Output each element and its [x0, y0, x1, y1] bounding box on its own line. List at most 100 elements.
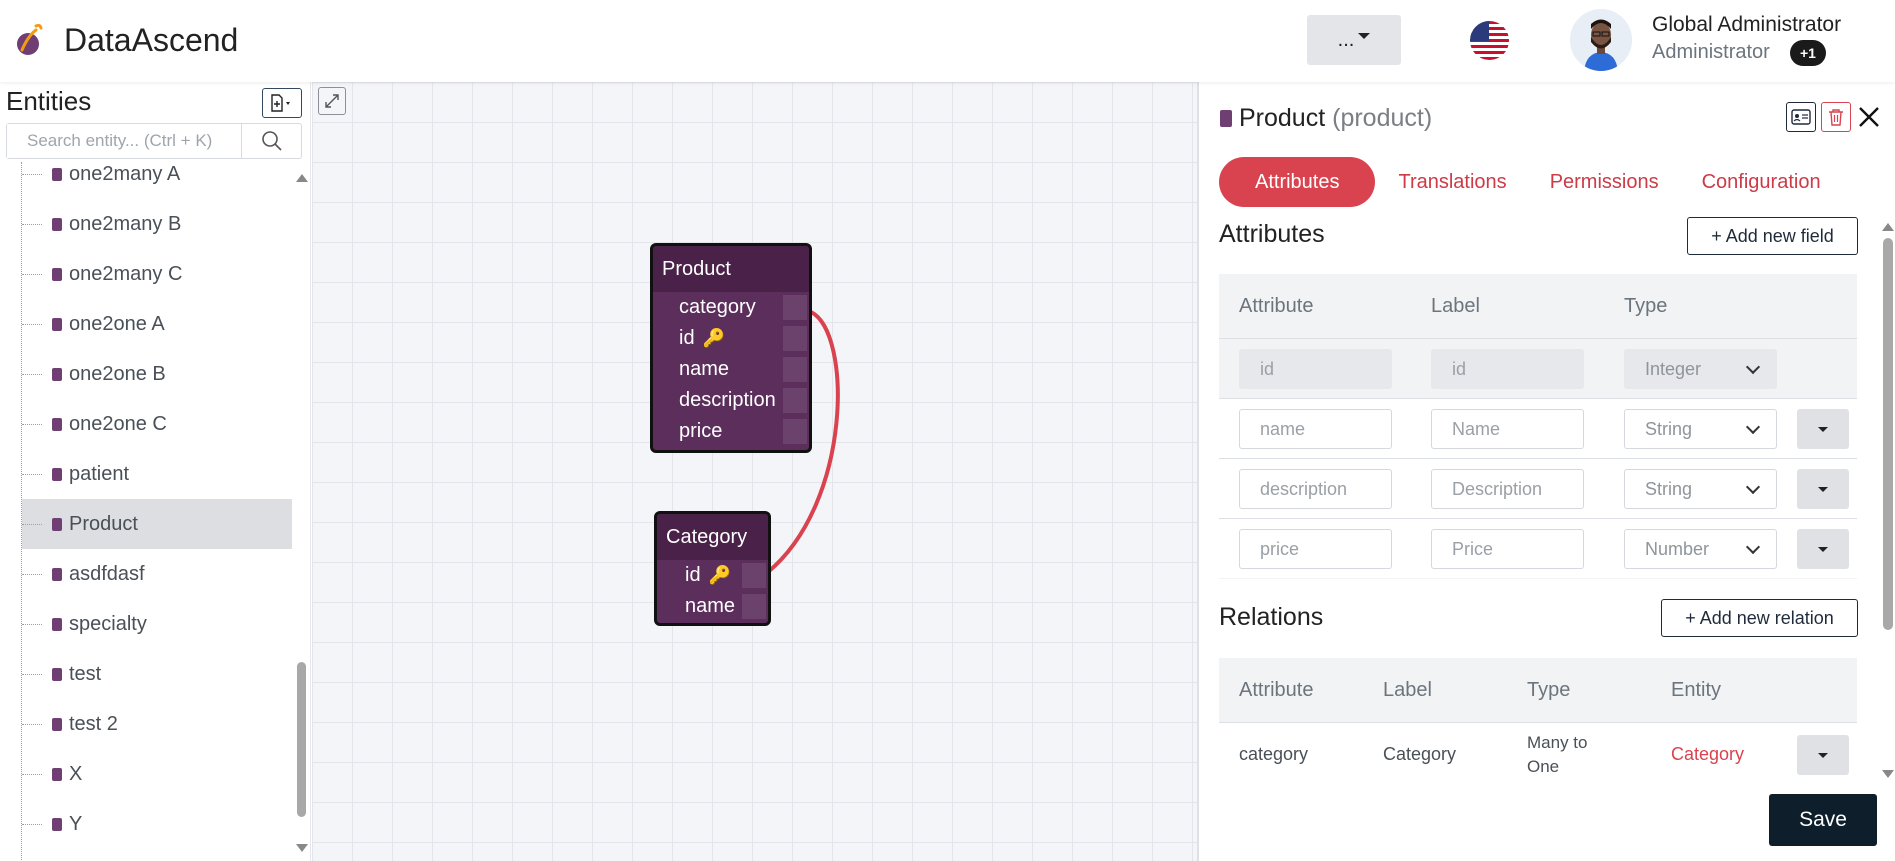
entity-square-icon	[1220, 110, 1232, 127]
attribute-type-select[interactable]: Number	[1624, 529, 1777, 569]
panel-scroll-down-arrow[interactable]	[1882, 770, 1894, 778]
export-dropdown-button[interactable]	[262, 88, 302, 118]
tree-item[interactable]: Y	[22, 799, 292, 849]
entity-search-input[interactable]	[7, 124, 242, 158]
entity-card-button[interactable]	[1786, 102, 1816, 132]
table-row: id id Integer	[1219, 338, 1857, 398]
column-header: Label	[1431, 294, 1480, 317]
entity-node-field[interactable]: name	[653, 354, 809, 385]
entity-tree: one2many A one2many B one2many C one2one…	[0, 162, 292, 861]
row-actions-dropdown[interactable]	[1797, 529, 1849, 569]
user-name: Global Administrator	[1652, 13, 1842, 36]
entity-search	[6, 123, 302, 159]
entity-square-icon	[52, 267, 62, 281]
primary-key-icon: 🔑	[702, 328, 725, 348]
tree-item[interactable]: test 2	[22, 699, 292, 749]
panel-title: Product (product)	[1239, 104, 1432, 133]
tree-item[interactable]: one2many C	[22, 249, 292, 299]
add-field-button[interactable]: + Add new field	[1687, 217, 1858, 255]
tab-attributes[interactable]: Attributes	[1219, 157, 1376, 207]
connection-port[interactable]	[783, 419, 807, 444]
app-logo-icon[interactable]	[14, 22, 46, 58]
row-actions-dropdown[interactable]	[1797, 735, 1849, 775]
tree-item[interactable]: one2many A	[22, 162, 292, 199]
caret-down-icon	[1818, 486, 1828, 492]
tree-item[interactable]: patient	[22, 449, 292, 499]
table-row: name Name String	[1219, 398, 1857, 458]
entity-node-field[interactable]: category	[653, 292, 809, 323]
relation-type: Many to One	[1527, 733, 1588, 776]
entity-node-field[interactable]: price	[653, 416, 809, 447]
entity-node-product[interactable]: Product category id 🔑 name description pr…	[650, 243, 812, 453]
entity-node-title: Product	[653, 246, 809, 292]
tab-permissions[interactable]: Permissions	[1530, 157, 1679, 207]
close-panel-button[interactable]	[1854, 102, 1884, 132]
field-name: category	[679, 296, 756, 318]
more-menu-button[interactable]: ...	[1307, 15, 1401, 65]
entity-square-icon	[52, 667, 62, 681]
entity-node-field[interactable]: name	[657, 591, 768, 622]
attribute-name-field[interactable]: name	[1239, 409, 1392, 449]
row-actions-dropdown[interactable]	[1797, 469, 1849, 509]
entity-square-icon	[52, 217, 62, 231]
delete-entity-button[interactable]	[1821, 102, 1851, 132]
add-relation-button[interactable]: + Add new relation	[1661, 599, 1858, 637]
panel-scrollbar-thumb[interactable]	[1883, 238, 1893, 630]
file-export-icon	[271, 94, 290, 112]
attribute-type-select[interactable]: String	[1624, 409, 1777, 449]
attribute-name-field[interactable]: price	[1239, 529, 1392, 569]
panel-scroll-up-arrow[interactable]	[1882, 223, 1894, 231]
tree-item[interactable]: one2one C	[22, 399, 292, 449]
attribute-type-select: Integer	[1624, 349, 1777, 389]
tree-item[interactable]: X	[22, 749, 292, 799]
connection-port[interactable]	[742, 563, 766, 588]
app-title[interactable]: DataAscend	[64, 22, 238, 59]
tree-item[interactable]: one2many B	[22, 199, 292, 249]
tree-item-label: patient	[69, 462, 130, 485]
sidebar-scroll-down-arrow[interactable]	[296, 844, 308, 852]
tab-configuration[interactable]: Configuration	[1682, 157, 1841, 207]
entity-node-field[interactable]: id 🔑	[657, 560, 768, 591]
connection-port[interactable]	[783, 295, 807, 320]
entity-square-icon	[52, 417, 62, 431]
relations-section-title: Relations	[1219, 603, 1324, 631]
tab-translations[interactable]: Translations	[1378, 157, 1526, 207]
user-avatar[interactable]	[1570, 9, 1632, 71]
tree-item-label: asdfdasf	[69, 562, 145, 585]
tree-item[interactable]: specialty	[22, 599, 292, 649]
tree-item-label: X	[69, 762, 83, 785]
tree-item-label: one2many A	[69, 162, 181, 185]
connection-port[interactable]	[783, 357, 807, 382]
attribute-name-field[interactable]: description	[1239, 469, 1392, 509]
attribute-label-field[interactable]: Name	[1431, 409, 1584, 449]
expand-icon	[325, 94, 339, 108]
tree-item[interactable]: one2one B	[22, 349, 292, 399]
tree-item[interactable]: one2one A	[22, 299, 292, 349]
fullscreen-button[interactable]	[318, 87, 346, 115]
attribute-label-field[interactable]: Price	[1431, 529, 1584, 569]
connection-port[interactable]	[783, 388, 807, 413]
entity-node-field[interactable]: id 🔑	[653, 323, 809, 354]
search-button[interactable]	[242, 124, 301, 158]
select-value: String	[1645, 418, 1693, 439]
us-flag-icon[interactable]	[1470, 21, 1509, 60]
panel-tabs: Attributes Translations Permissions Conf…	[1219, 157, 1844, 207]
sidebar-scroll-up-arrow[interactable]	[296, 174, 308, 182]
save-button[interactable]: Save	[1769, 794, 1877, 846]
tree-item[interactable]: asdfdasf	[22, 549, 292, 599]
attribute-type-select[interactable]: String	[1624, 469, 1777, 509]
id-card-icon	[1791, 109, 1811, 125]
tree-item[interactable]: test	[22, 649, 292, 699]
row-actions-dropdown[interactable]	[1797, 409, 1849, 449]
attribute-label-field[interactable]: Description	[1431, 469, 1584, 509]
table-row: category Category Many to One Category	[1219, 722, 1857, 786]
entity-node-category[interactable]: Category id 🔑 name	[654, 511, 771, 626]
diagram-canvas[interactable]: Product category id 🔑 name description pr…	[312, 82, 1197, 861]
tree-item-selected[interactable]: Product	[22, 499, 292, 549]
connection-port[interactable]	[742, 594, 766, 619]
entity-node-field[interactable]: description	[653, 385, 809, 416]
connection-port[interactable]	[783, 326, 807, 351]
relation-entity-link[interactable]: Category	[1671, 744, 1744, 765]
field-name: description	[679, 389, 776, 411]
sidebar-scrollbar-thumb[interactable]	[297, 662, 306, 817]
